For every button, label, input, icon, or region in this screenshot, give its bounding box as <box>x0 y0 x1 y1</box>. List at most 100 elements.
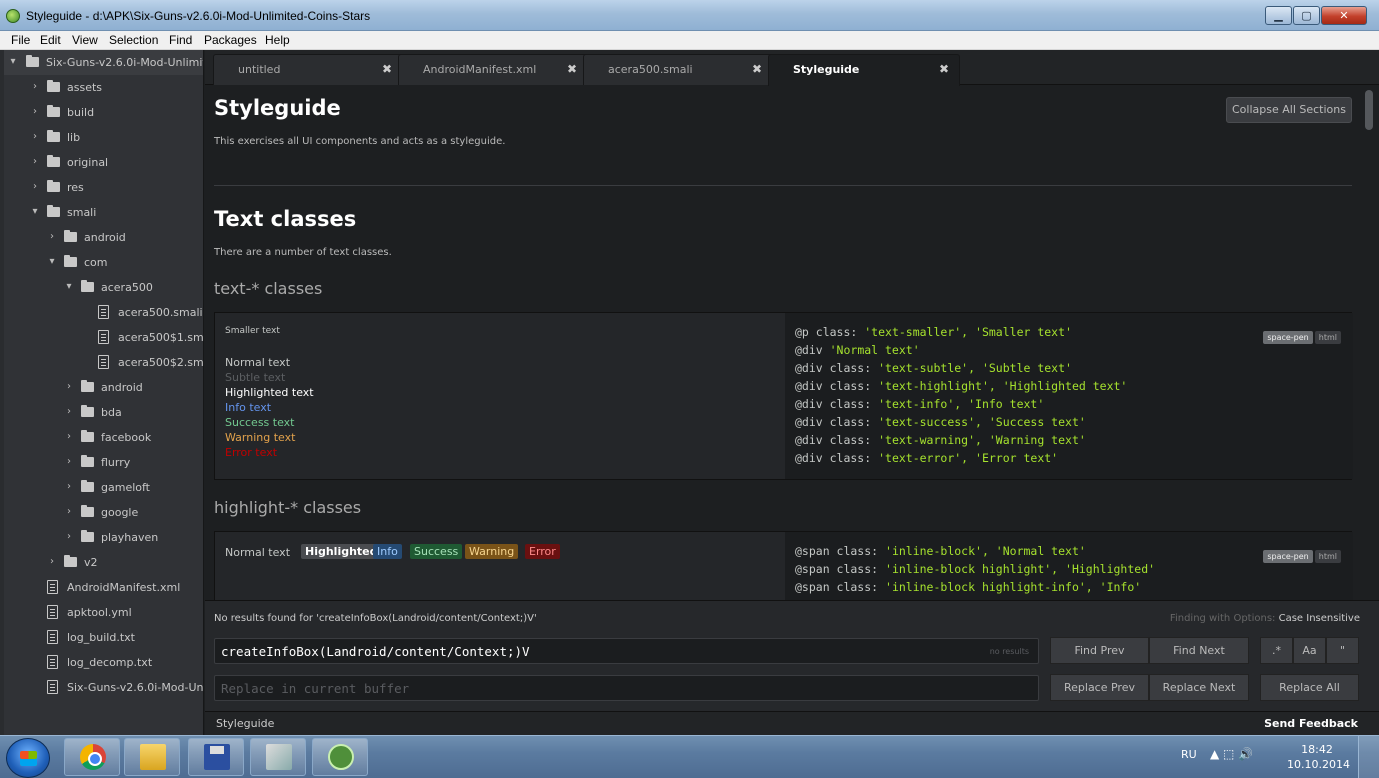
example-highlight-classes: Normal text Highlighted Info Success Warnin… <box>214 531 1353 600</box>
chevron-down-icon[interactable]: ▾ <box>47 256 57 268</box>
case-sensitive-toggle-button[interactable]: Aa <box>1293 637 1326 664</box>
taskbar-floppy-app[interactable] <box>188 738 244 776</box>
tree-item[interactable]: AndroidManifest.xml <box>4 575 203 600</box>
chevron-right-icon[interactable]: › <box>64 406 74 418</box>
html-badge[interactable]: html <box>1314 331 1341 344</box>
tree-item[interactable]: › v2 <box>4 550 203 575</box>
tree-item-label: google <box>101 506 139 519</box>
close-tab-icon[interactable]: ✖ <box>752 62 762 76</box>
example-preview: Smaller text Normal text Subtle text Highli… <box>215 313 785 479</box>
chevron-right-icon[interactable]: › <box>30 81 40 93</box>
replace-input[interactable]: Replace in current buffer <box>214 675 1039 701</box>
vertical-scrollbar[interactable] <box>1362 86 1379 600</box>
tree-item[interactable]: › lib <box>4 125 203 150</box>
tree-root-label: Six-Guns-v2.6.0i-Mod-Unlimite <box>46 56 204 69</box>
tree-item[interactable]: ▾ com <box>4 250 203 275</box>
menu-view[interactable]: View <box>72 33 98 47</box>
tree-root[interactable]: ▾ Six-Guns-v2.6.0i-Mod-Unlimite <box>4 50 204 75</box>
tab-untitled[interactable]: untitled ✖ <box>213 54 403 85</box>
scrollbar-thumb[interactable] <box>1365 90 1373 130</box>
tree-item[interactable]: › gameloft <box>4 475 203 500</box>
tree-item-label: lib <box>67 131 81 144</box>
space-pen-badge[interactable]: space-pen <box>1263 331 1313 344</box>
close-tab-icon[interactable]: ✖ <box>939 62 949 76</box>
taskbar-editor-app[interactable] <box>250 738 306 776</box>
close-button[interactable]: ✕ <box>1321 6 1367 25</box>
collapse-all-sections-button[interactable]: Collapse All Sections <box>1226 97 1352 123</box>
tree-item[interactable]: acera500$2.smali <box>4 350 203 375</box>
tree-item[interactable]: › facebook <box>4 425 203 450</box>
chevron-down-icon[interactable]: ▾ <box>64 281 74 293</box>
chevron-right-icon[interactable]: › <box>64 431 74 443</box>
maximize-button[interactable]: ▢ <box>1293 6 1320 25</box>
status-current-file[interactable]: Styleguide <box>216 717 274 730</box>
show-desktop-button[interactable] <box>1358 736 1379 778</box>
replace-all-button[interactable]: Replace All <box>1260 674 1359 701</box>
whole-word-toggle-button[interactable]: " <box>1326 637 1359 664</box>
chevron-right-icon[interactable]: › <box>64 481 74 493</box>
menu-find[interactable]: Find <box>169 33 192 47</box>
replace-prev-button[interactable]: Replace Prev <box>1050 674 1149 701</box>
tree-item[interactable]: › google <box>4 500 203 525</box>
chevron-right-icon[interactable]: › <box>30 181 40 193</box>
tree-item[interactable]: acera500.smali <box>4 300 203 325</box>
find-info-message: No results found for 'createInfoBox(Land… <box>214 613 537 624</box>
section-title[interactable]: Text classes <box>214 207 356 231</box>
menu-file[interactable]: File <box>11 33 30 47</box>
taskbar-atom[interactable] <box>312 738 368 776</box>
tree-item[interactable]: log_decomp.txt <box>4 650 203 675</box>
tree-item[interactable]: log_build.txt <box>4 625 203 650</box>
tree-item[interactable]: › original <box>4 150 203 175</box>
menu-packages[interactable]: Packages <box>204 33 257 47</box>
chevron-right-icon[interactable]: › <box>47 231 57 243</box>
find-input[interactable]: createInfoBox(Landroid/content/Context;)… <box>214 638 1039 664</box>
language-indicator[interactable]: RU <box>1181 748 1197 761</box>
tab-styleguide[interactable]: Styleguide ✖ <box>768 54 960 86</box>
space-pen-badge[interactable]: space-pen <box>1263 550 1313 563</box>
chevron-right-icon[interactable]: › <box>64 381 74 393</box>
code-line: @div class: 'text-warning', 'Warning tex… <box>795 433 1086 447</box>
send-feedback-link[interactable]: Send Feedback <box>1264 717 1358 730</box>
chevron-right-icon[interactable]: › <box>30 106 40 118</box>
find-next-button[interactable]: Find Next <box>1149 637 1249 664</box>
tree-item[interactable]: › build <box>4 100 203 125</box>
html-badge[interactable]: html <box>1314 550 1341 563</box>
minimize-button[interactable]: ▁ <box>1265 6 1292 25</box>
tree-item[interactable]: ▾ smali <box>4 200 203 225</box>
menu-edit[interactable]: Edit <box>40 33 61 47</box>
taskbar-chrome[interactable] <box>64 738 120 776</box>
tray-clock[interactable]: 18:42 10.10.2014 <box>1287 742 1350 772</box>
menu-selection[interactable]: Selection <box>109 33 158 47</box>
tree-item[interactable]: › android <box>4 225 203 250</box>
chevron-down-icon[interactable]: ▾ <box>30 206 40 218</box>
replace-next-button[interactable]: Replace Next <box>1149 674 1249 701</box>
start-button[interactable] <box>6 738 50 778</box>
tree-item[interactable]: Six-Guns-v2.6.0i-Mod-Unlim <box>4 675 203 700</box>
tray-icons[interactable]: ▲ ⬚ 🔊 <box>1210 747 1253 761</box>
tree-item[interactable]: › playhaven <box>4 525 203 550</box>
taskbar-explorer[interactable] <box>124 738 180 776</box>
tree-item[interactable]: › bda <box>4 400 203 425</box>
chevron-right-icon[interactable]: › <box>64 531 74 543</box>
chevron-right-icon[interactable]: › <box>64 506 74 518</box>
tab-androidmanifest[interactable]: AndroidManifest.xml ✖ <box>398 54 588 85</box>
chevron-right-icon[interactable]: › <box>30 131 40 143</box>
tree-item-label: acera500 <box>101 281 153 294</box>
tree-item[interactable]: ▾ acera500 <box>4 275 203 300</box>
chevron-right-icon[interactable]: › <box>30 156 40 168</box>
chevron-right-icon[interactable]: › <box>64 456 74 468</box>
tree-item[interactable]: › res <box>4 175 203 200</box>
tree-item[interactable]: › assets <box>4 75 203 100</box>
close-tab-icon[interactable]: ✖ <box>567 62 577 76</box>
find-prev-button[interactable]: Find Prev <box>1050 637 1149 664</box>
tree-item[interactable]: apktool.yml <box>4 600 203 625</box>
menu-help[interactable]: Help <box>265 33 290 47</box>
tree-item[interactable]: › android <box>4 375 203 400</box>
tree-item[interactable]: › flurry <box>4 450 203 475</box>
close-tab-icon[interactable]: ✖ <box>382 62 392 76</box>
regex-toggle-button[interactable]: .* <box>1260 637 1293 664</box>
tree-item[interactable]: acera500$1.smali <box>4 325 203 350</box>
tab-label: Styleguide <box>793 63 860 76</box>
tab-acera500-smali[interactable]: acera500.smali ✖ <box>583 54 773 85</box>
chevron-right-icon[interactable]: › <box>47 556 57 568</box>
